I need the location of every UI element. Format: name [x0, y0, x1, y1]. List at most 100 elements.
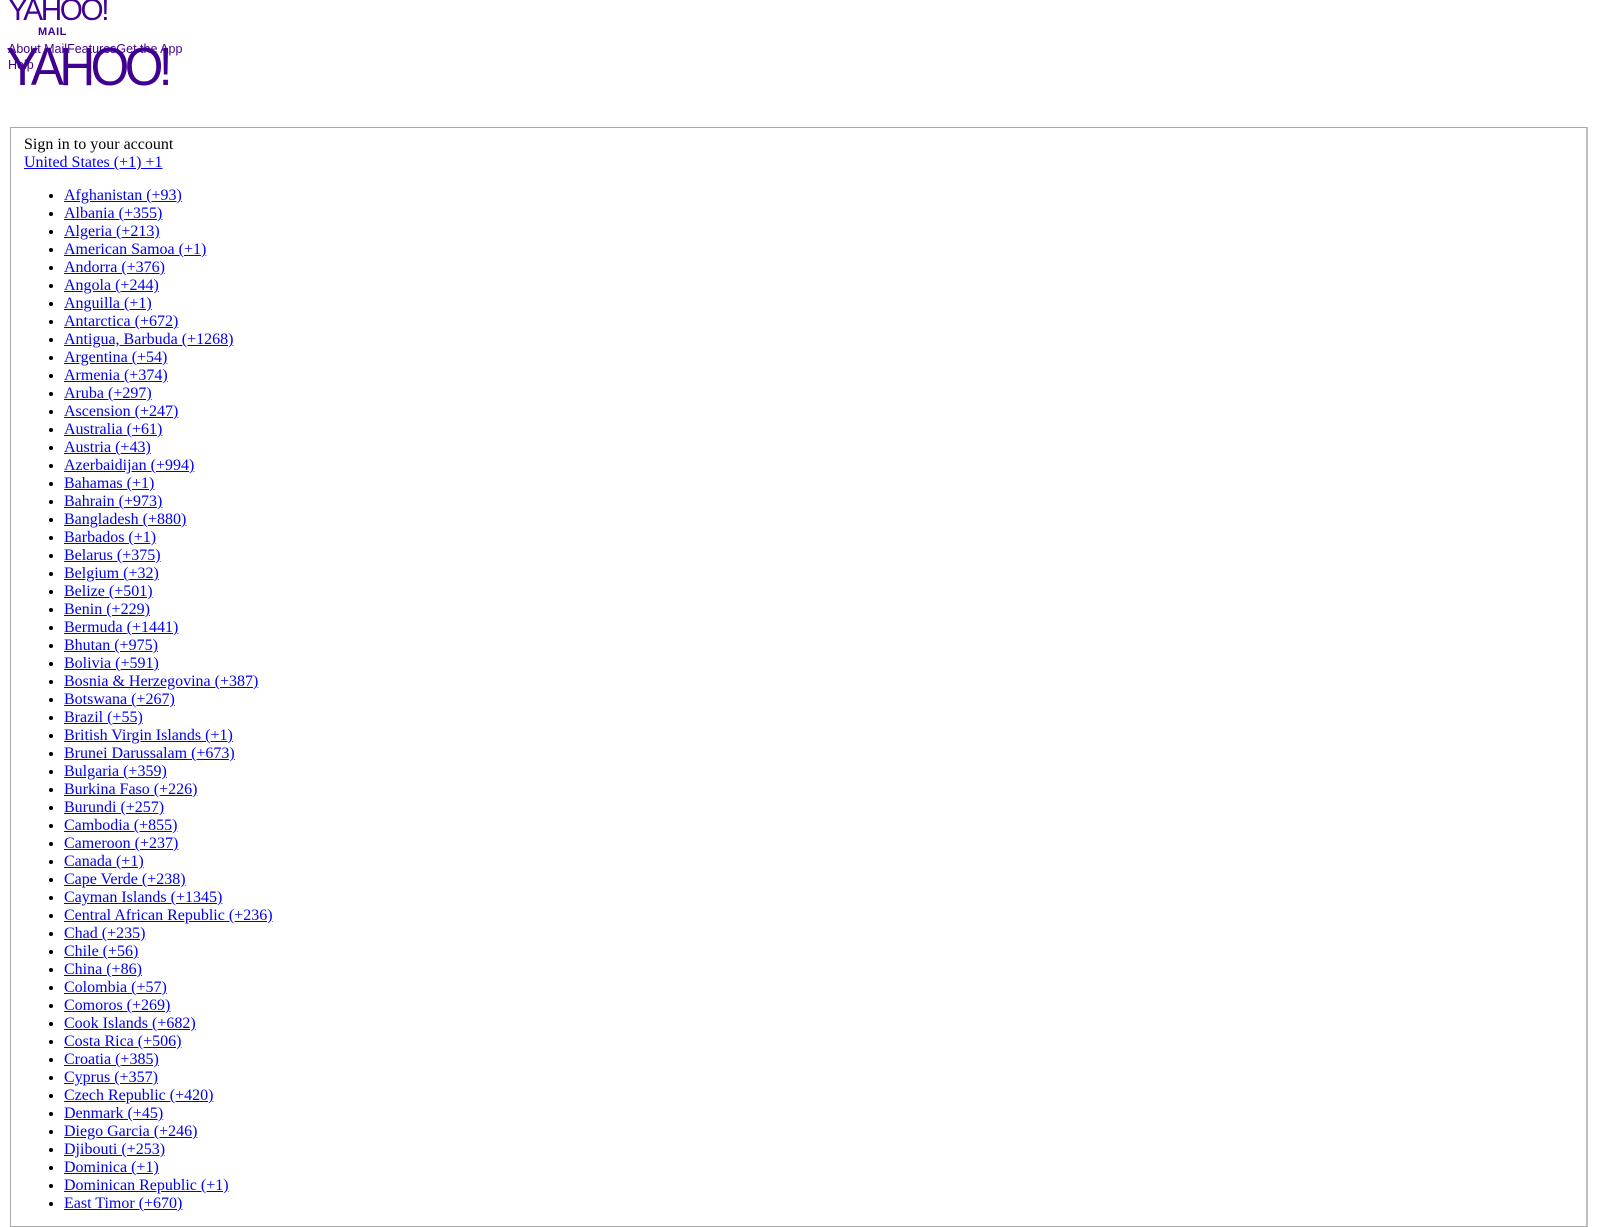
country-option-link[interactable]: Argentina (+54) — [64, 349, 167, 366]
country-list-item: Azerbaidijan (+994) — [64, 457, 273, 475]
country-list-item: Belarus (+375) — [64, 547, 273, 565]
country-option-link[interactable]: Belize (+501) — [64, 583, 153, 600]
country-list-item: Denmark (+45) — [64, 1105, 273, 1123]
country-list-item: Brunei Darussalam (+673) — [64, 745, 273, 763]
country-option-link[interactable]: Antarctica (+672) — [64, 313, 178, 330]
country-option-link[interactable]: American Samoa (+1) — [64, 241, 206, 258]
country-list-item: British Virgin Islands (+1) — [64, 727, 273, 745]
country-option-link[interactable]: Aruba (+297) — [64, 385, 152, 402]
nav-about-mail[interactable]: About Mail — [8, 42, 67, 56]
country-option-link[interactable]: Algeria (+213) — [64, 223, 160, 240]
country-option-link[interactable]: Burundi (+257) — [64, 799, 164, 816]
country-list-item: Canada (+1) — [64, 853, 273, 871]
header: YAHOO! MAIL YAHOO! About MailFeaturesGet… — [0, 0, 1600, 120]
country-option-link[interactable]: Antigua, Barbuda (+1268) — [64, 331, 233, 348]
country-option-link[interactable]: Austria (+43) — [64, 439, 151, 456]
country-option-link[interactable]: Bhutan (+975) — [64, 637, 158, 654]
country-list-item: Albania (+355) — [64, 205, 273, 223]
country-option-link[interactable]: Andorra (+376) — [64, 259, 165, 276]
country-list-item: Aruba (+297) — [64, 385, 273, 403]
country-option-link[interactable]: Brazil (+55) — [64, 709, 143, 726]
country-option-link[interactable]: Bosnia & Herzegovina (+387) — [64, 673, 258, 690]
country-option-link[interactable]: Belgium (+32) — [64, 565, 159, 582]
country-list-item: Bermuda (+1441) — [64, 619, 273, 637]
country-option-link[interactable]: Cook Islands (+682) — [64, 1015, 196, 1032]
country-option-link[interactable]: Cape Verde (+238) — [64, 871, 186, 888]
country-option-link[interactable]: Barbados (+1) — [64, 529, 156, 546]
country-list-item: Cayman Islands (+1345) — [64, 889, 273, 907]
nav-help[interactable]: Help — [8, 58, 34, 72]
country-option-link[interactable]: Comoros (+269) — [64, 997, 170, 1014]
country-option-link[interactable]: Croatia (+385) — [64, 1051, 159, 1068]
country-list-item: Chile (+56) — [64, 943, 273, 961]
country-option-link[interactable]: Albania (+355) — [64, 205, 162, 222]
country-option-link[interactable]: Bahrain (+973) — [64, 493, 162, 510]
country-list-item: Bahamas (+1) — [64, 475, 273, 493]
country-list-item: Costa Rica (+506) — [64, 1033, 273, 1051]
country-option-link[interactable]: Ascension (+247) — [64, 403, 178, 420]
country-list-item: Austria (+43) — [64, 439, 273, 457]
country-option-link[interactable]: Central African Republic (+236) — [64, 907, 273, 924]
country-option-link[interactable]: Afghanistan (+93) — [64, 187, 182, 204]
country-option-link[interactable]: Cameroon (+237) — [64, 835, 178, 852]
country-list-item: Argentina (+54) — [64, 349, 273, 367]
country-option-link[interactable]: Czech Republic (+420) — [64, 1087, 213, 1104]
country-option-link[interactable]: Bangladesh (+880) — [64, 511, 186, 528]
country-option-link[interactable]: Cambodia (+855) — [64, 817, 177, 834]
country-option-link[interactable]: Armenia (+374) — [64, 367, 168, 384]
country-list-item: China (+86) — [64, 961, 273, 979]
country-list-item: Colombia (+57) — [64, 979, 273, 997]
country-option-link[interactable]: Cayman Islands (+1345) — [64, 889, 222, 906]
yahoo-mail-logo[interactable]: YAHOO! MAIL — [8, 0, 111, 38]
country-list-item: Czech Republic (+420) — [64, 1087, 273, 1105]
country-option-link[interactable]: China (+86) — [64, 961, 142, 978]
country-list-item: Antigua, Barbuda (+1268) — [64, 331, 273, 349]
country-option-link[interactable]: Bulgaria (+359) — [64, 763, 167, 780]
country-option-link[interactable]: East Timor (+670) — [64, 1195, 182, 1212]
yahoo-mail-logo-wordmark: YAHOO! — [8, 0, 110, 27]
country-option-link[interactable]: Anguilla (+1) — [64, 295, 152, 312]
country-option-link[interactable]: Bahamas (+1) — [64, 475, 154, 492]
country-option-link[interactable]: Botswana (+267) — [64, 691, 175, 708]
country-option-link[interactable]: Cyprus (+357) — [64, 1069, 158, 1086]
country-option-link[interactable]: Bermuda (+1441) — [64, 619, 178, 636]
country-list-item: Dominican Republic (+1) — [64, 1177, 273, 1195]
country-list-item: Burkina Faso (+226) — [64, 781, 273, 799]
country-list-item: Belize (+501) — [64, 583, 273, 601]
country-list-item: Armenia (+374) — [64, 367, 273, 385]
country-option-link[interactable]: Angola (+244) — [64, 277, 159, 294]
country-list-item: Cameroon (+237) — [64, 835, 273, 853]
country-option-link[interactable]: Chad (+235) — [64, 925, 145, 942]
country-list-item: Comoros (+269) — [64, 997, 273, 1015]
country-list-item: Central African Republic (+236) — [64, 907, 273, 925]
country-list-item: American Samoa (+1) — [64, 241, 273, 259]
country-option-link[interactable]: Colombia (+57) — [64, 979, 167, 996]
country-option-link[interactable]: Dominica (+1) — [64, 1159, 159, 1176]
country-list-item: Algeria (+213) — [64, 223, 273, 241]
nav-features[interactable]: Features — [67, 42, 116, 56]
country-option-link[interactable]: Chile (+56) — [64, 943, 138, 960]
country-option-link[interactable]: Azerbaidijan (+994) — [64, 457, 194, 474]
country-list-item: Angola (+244) — [64, 277, 273, 295]
country-code-selector[interactable]: United States (+1) +1 — [24, 154, 162, 172]
country-option-link[interactable]: Canada (+1) — [64, 853, 144, 870]
country-list-item: Cape Verde (+238) — [64, 871, 273, 889]
country-option-link[interactable]: Diego Garcia (+246) — [64, 1123, 197, 1140]
country-option-link[interactable]: Belarus (+375) — [64, 547, 161, 564]
country-option-link[interactable]: Costa Rica (+506) — [64, 1033, 181, 1050]
country-option-link[interactable]: Brunei Darussalam (+673) — [64, 745, 235, 762]
country-option-link[interactable]: Djibouti (+253) — [64, 1141, 165, 1158]
country-list-item: Afghanistan (+93) — [64, 187, 273, 205]
country-list-item: Bahrain (+973) — [64, 493, 273, 511]
nav-get-the-app[interactable]: Get the App — [116, 42, 182, 56]
country-option-link[interactable]: Burkina Faso (+226) — [64, 781, 197, 798]
country-option-link[interactable]: Australia (+61) — [64, 421, 162, 438]
country-option-link[interactable]: Benin (+229) — [64, 601, 150, 618]
country-list-item: Bhutan (+975) — [64, 637, 273, 655]
country-option-link[interactable]: Dominican Republic (+1) — [64, 1177, 229, 1194]
country-list-item: Dominica (+1) — [64, 1159, 273, 1177]
country-option-link[interactable]: British Virgin Islands (+1) — [64, 727, 233, 744]
country-option-link[interactable]: Denmark (+45) — [64, 1105, 163, 1122]
country-option-link[interactable]: Bolivia (+591) — [64, 655, 159, 672]
country-list-item: Ascension (+247) — [64, 403, 273, 421]
